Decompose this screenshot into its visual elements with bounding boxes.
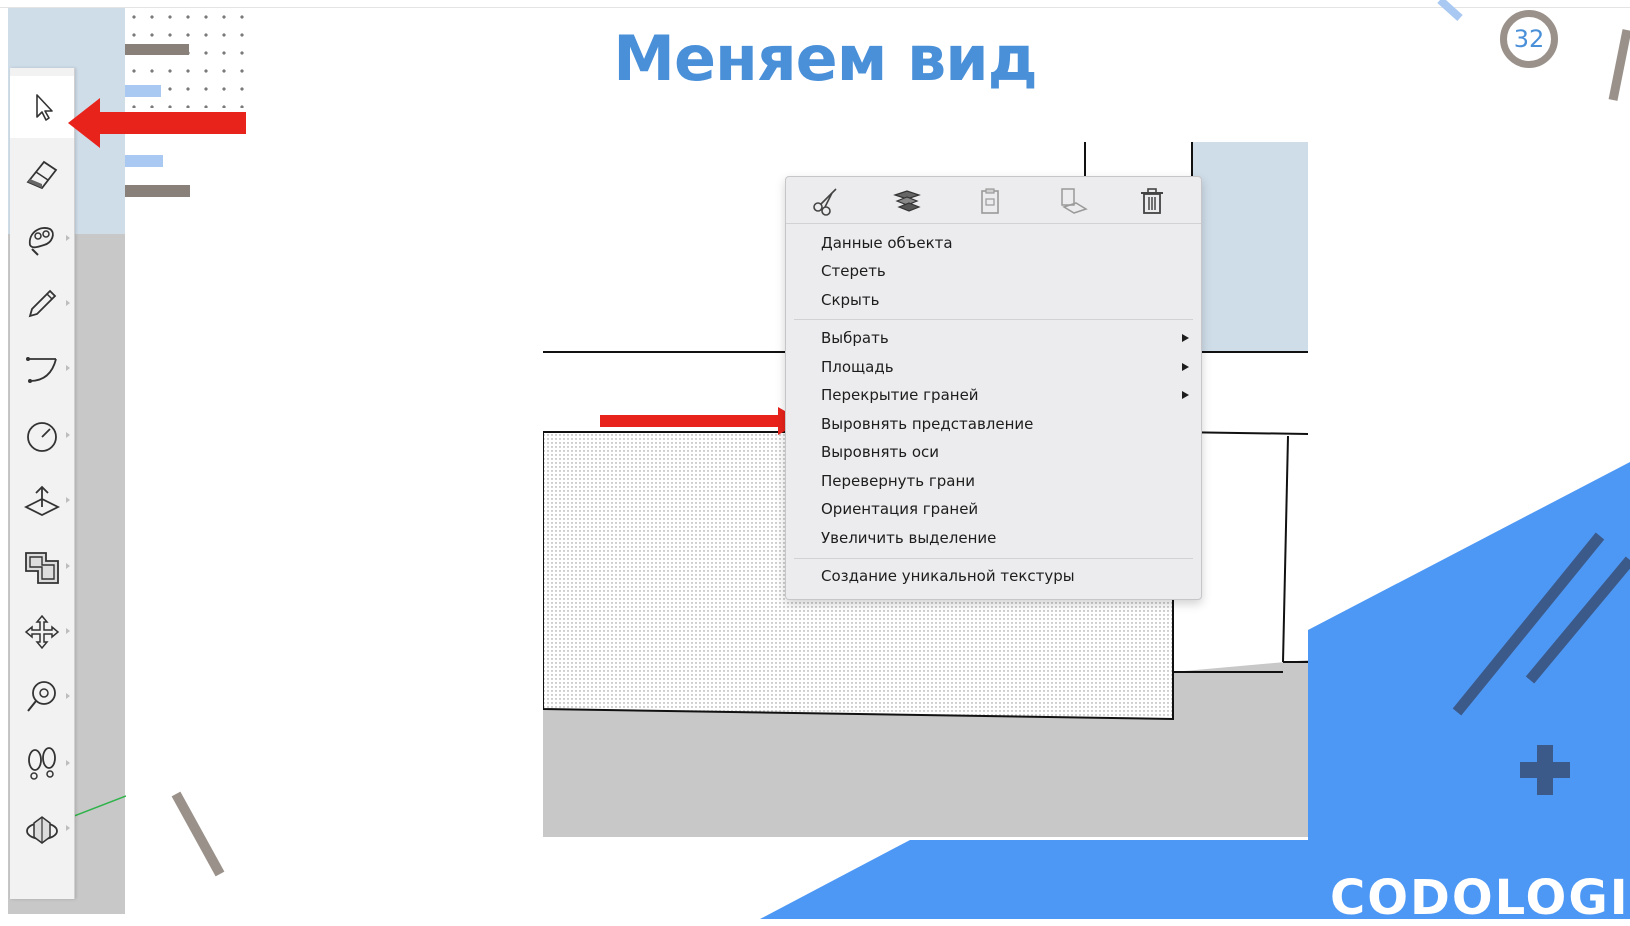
paste-in-place-button[interactable] <box>1056 185 1088 217</box>
menu-item-reverse-faces[interactable]: Перевернуть грани <box>821 470 975 492</box>
codologia-logo: CODOLOGIA <box>1330 870 1630 926</box>
copy-button[interactable] <box>891 185 923 217</box>
tool-circle[interactable] <box>10 405 74 467</box>
menu-item-align-axes[interactable]: Выровнять оси <box>821 441 939 463</box>
eraser-icon <box>26 160 58 190</box>
tape-measure-icon <box>27 681 56 712</box>
menu-separator <box>794 319 1193 320</box>
menu-item-orient-faces[interactable]: Ориентация граней <box>821 498 978 520</box>
menu-item-hide[interactable]: Скрыть <box>821 289 879 311</box>
tool-palette <box>10 68 75 899</box>
page-number-badge: 32 <box>1500 10 1558 68</box>
page-number: 32 <box>1513 25 1545 53</box>
flyout-indicator <box>66 563 70 569</box>
flyout-indicator <box>66 365 70 371</box>
tool-paint-bucket[interactable] <box>10 208 74 270</box>
paste-button[interactable] <box>974 185 1006 217</box>
flyout-indicator <box>66 760 70 766</box>
menu-item-intersect-faces[interactable]: Перекрытие граней <box>821 384 979 406</box>
paste-icon <box>981 188 999 214</box>
delete-icon <box>1141 188 1163 214</box>
flyout-indicator <box>66 693 70 699</box>
tool-select[interactable] <box>10 76 74 138</box>
arc-icon <box>26 357 57 383</box>
slide-title: Меняем вид <box>613 22 1037 95</box>
tool-arc[interactable] <box>10 338 74 400</box>
context-menu-toolbar <box>786 177 1201 224</box>
flyout-indicator <box>66 628 70 634</box>
flyout-indicator <box>66 432 70 438</box>
delete-button[interactable] <box>1136 185 1168 217</box>
select-arrow-icon <box>36 94 53 121</box>
push-pull-icon <box>23 485 61 517</box>
menu-item-make-unique-texture[interactable]: Создание уникальной текстуры <box>821 565 1075 587</box>
orbit-icon <box>26 816 58 844</box>
cut-icon <box>813 188 837 216</box>
paste-in-place-icon <box>1061 188 1088 214</box>
menu-item-zoom-selection[interactable]: Увеличить выделение <box>821 527 996 549</box>
red-arrow-pointer-menu <box>600 407 802 435</box>
tool-tape-measure[interactable] <box>10 666 74 728</box>
plus-decoration <box>1520 745 1570 795</box>
move-icon <box>24 614 60 650</box>
paint-bucket-icon <box>28 227 54 256</box>
menu-item-select[interactable]: Выбрать <box>821 327 889 349</box>
copy-icon <box>893 190 921 212</box>
flyout-indicator <box>66 235 70 241</box>
circle-icon <box>27 422 57 452</box>
flyout-indicator <box>66 497 70 503</box>
context-menu: Данные объекта Стереть Скрыть Выбрать Пл… <box>785 176 1202 600</box>
offset-icon <box>25 552 59 584</box>
tool-move[interactable] <box>10 601 74 663</box>
submenu-arrow-icon <box>1182 334 1189 342</box>
menu-item-erase[interactable]: Стереть <box>821 260 886 282</box>
submenu-arrow-icon <box>1182 391 1189 399</box>
tool-line[interactable] <box>10 273 74 335</box>
cut-button[interactable] <box>810 185 842 217</box>
tool-eraser[interactable] <box>10 143 74 205</box>
menu-separator <box>794 558 1193 559</box>
tool-orbit[interactable] <box>10 798 74 860</box>
pencil-icon <box>28 289 57 318</box>
tool-push-pull[interactable] <box>10 470 74 532</box>
red-arrow-pointer-select-tool <box>68 98 246 148</box>
flyout-indicator <box>66 825 70 831</box>
tool-offset[interactable] <box>10 536 74 598</box>
menu-item-area[interactable]: Площадь <box>821 356 894 378</box>
tool-walk[interactable] <box>10 733 74 795</box>
footprints-icon <box>28 747 56 780</box>
menu-item-align-view[interactable]: Выровнять представление <box>821 413 1033 435</box>
menu-item-entity-info[interactable]: Данные объекта <box>821 232 953 254</box>
flyout-indicator <box>66 300 70 306</box>
submenu-arrow-icon <box>1182 363 1189 371</box>
